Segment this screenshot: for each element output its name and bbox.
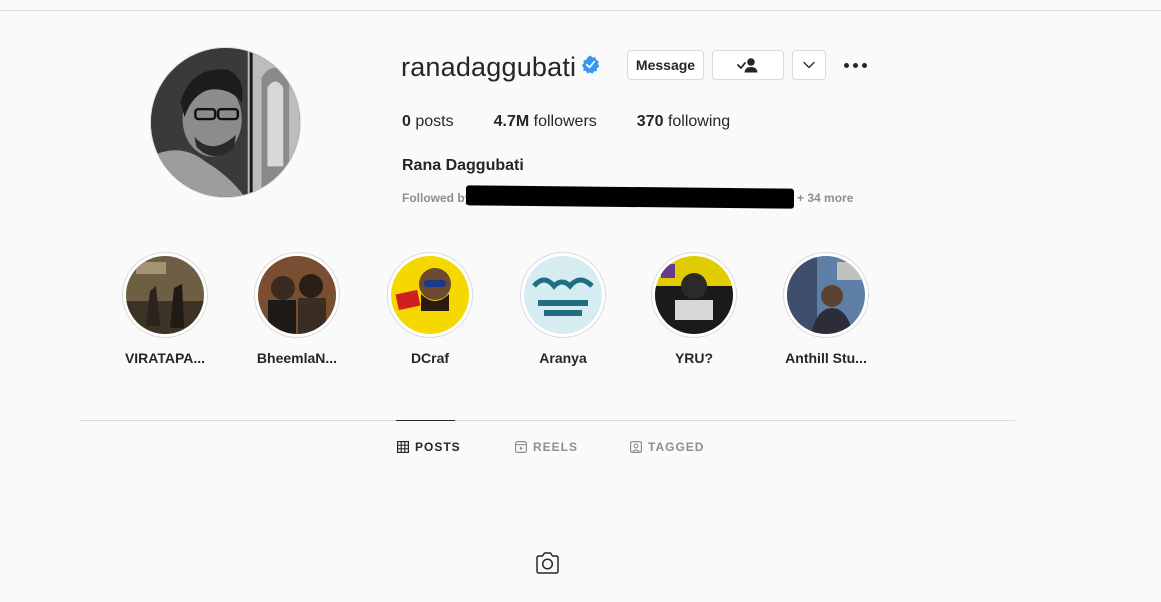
- highlight-label: BheemlaN...: [256, 350, 338, 366]
- highlight-cover: [524, 256, 602, 334]
- highlight-item[interactable]: Aranya: [513, 252, 613, 366]
- tab-posts-label: POSTS: [415, 440, 461, 454]
- highlight-ring: [783, 252, 869, 338]
- highlight-item[interactable]: BheemlaN...: [247, 252, 347, 366]
- following-count: 370: [636, 113, 664, 130]
- verified-badge-icon: [581, 55, 600, 74]
- tab-reels-label: REELS: [533, 440, 579, 454]
- top-divider: [0, 10, 1161, 11]
- followers-label: followers: [533, 113, 597, 130]
- following-stat[interactable]: 370 following: [637, 113, 730, 131]
- highlight-cover: [787, 256, 865, 334]
- user-check-icon: [737, 58, 758, 73]
- username: ranadaggubati: [401, 52, 577, 82]
- highlight-label: YRU?: [674, 350, 714, 366]
- message-button[interactable]: Message: [627, 50, 704, 80]
- highlight-label: Anthill Stu...: [785, 350, 867, 366]
- highlight-cover: [258, 256, 336, 334]
- followers-stat[interactable]: 4.7M followers: [494, 113, 597, 131]
- highlight-ring: [651, 252, 737, 338]
- more-options-icon: [842, 62, 869, 68]
- chevron-down-icon: [803, 61, 815, 69]
- following-label: following: [667, 113, 731, 130]
- posts-count: 0: [402, 113, 411, 130]
- grid-icon: [397, 441, 409, 453]
- posts-label: posts: [415, 113, 454, 130]
- followers-count: 4.7M: [493, 113, 530, 130]
- highlight-ring: [122, 252, 208, 338]
- reels-icon: [515, 441, 527, 453]
- tagged-icon: [630, 441, 642, 453]
- highlight-cover: [655, 256, 733, 334]
- highlight-cover: [126, 256, 204, 334]
- highlight-ring: [387, 252, 473, 338]
- highlight-label: Aranya: [539, 350, 587, 366]
- highlight-item[interactable]: Anthill Stu...: [776, 252, 876, 366]
- profile-avatar[interactable]: [150, 47, 301, 198]
- following-button[interactable]: [712, 50, 784, 80]
- highlight-cover: [391, 256, 469, 334]
- highlight-item[interactable]: DCraf: [380, 252, 480, 366]
- highlight-label: VIRATAPA...: [124, 350, 206, 366]
- highlight-item[interactable]: YRU?: [644, 252, 744, 366]
- highlight-ring: [520, 252, 606, 338]
- camera-icon: [536, 552, 559, 574]
- tab-tagged[interactable]: TAGGED: [630, 440, 704, 454]
- full-name: Rana Daggubati: [402, 157, 524, 174]
- followed-by-more-link[interactable]: + 34 more: [797, 191, 853, 205]
- active-tab-indicator: [396, 420, 455, 421]
- redacted-followers: [466, 185, 794, 209]
- tabs-divider: [80, 420, 1015, 421]
- avatar-image: [151, 48, 300, 197]
- suggested-accounts-button[interactable]: [792, 50, 826, 80]
- profile-page: ranadaggubati Message 0 posts 4.7M follo…: [0, 0, 1161, 602]
- profile-stats: 0 posts 4.7M followers 370 following: [402, 113, 770, 131]
- tab-posts[interactable]: POSTS: [397, 440, 461, 454]
- highlight-ring: [254, 252, 340, 338]
- tab-tagged-label: TAGGED: [648, 440, 705, 454]
- highlight-label: DCraf: [410, 350, 450, 366]
- posts-stat: 0 posts: [402, 113, 454, 131]
- tab-reels[interactable]: REELS: [515, 440, 578, 454]
- highlight-item[interactable]: VIRATAPA...: [115, 252, 215, 366]
- followed-by-label: Followed by: [402, 191, 472, 205]
- more-options-button[interactable]: [842, 54, 868, 76]
